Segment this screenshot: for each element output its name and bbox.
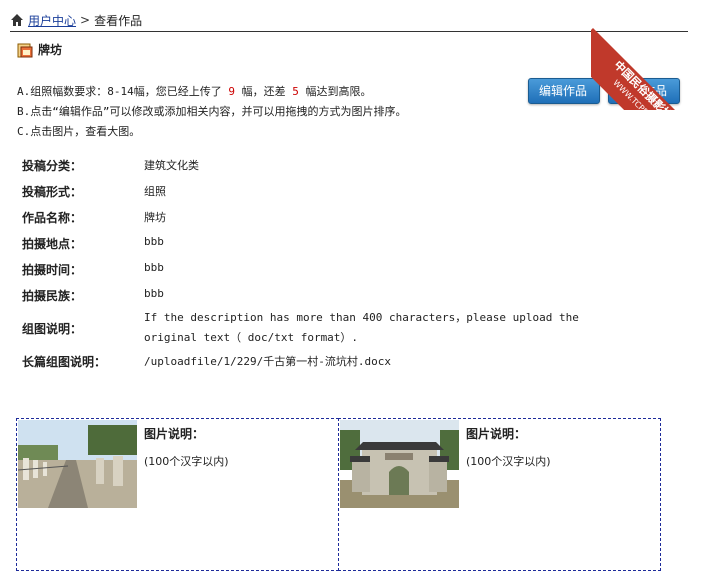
photo-card: 图片说明： (100个汉字以内) [338, 418, 661, 571]
info-row-category: 投稿分类： 建筑文化类 [22, 157, 199, 174]
name-value: 牌坊 [144, 211, 166, 224]
time-value: bbb [144, 261, 164, 274]
breadcrumb: 用户中心 > 查看作品 [10, 9, 688, 32]
name-label: 作品名称： [22, 211, 83, 225]
note-a-mid: 幅，还差 [241, 85, 286, 98]
info-row-location: 拍摄地点： bbb [22, 235, 164, 252]
info-row-form: 投稿形式： 组照 [22, 183, 166, 200]
info-row-description: 组图说明： If the description has more than 4… [22, 308, 634, 348]
time-label: 拍摄时间： [22, 263, 83, 277]
note-a-suffix: 幅达到高限。 [305, 85, 372, 98]
info-row-ethnic: 拍摄民族： bbb [22, 287, 164, 304]
category-label: 投稿分类： [22, 159, 83, 173]
location-value: bbb [144, 235, 164, 248]
photo-caption-hint: (100个汉字以内) [466, 455, 551, 468]
bridge-photo[interactable] [18, 420, 137, 508]
note-line-c: C.点击图片，查看大图。 [17, 125, 141, 138]
user-center-link[interactable]: 用户中心 [28, 12, 76, 29]
category-value: 建筑文化类 [144, 159, 199, 172]
breadcrumb-current: 查看作品 [94, 13, 143, 28]
home-icon [11, 14, 23, 26]
ethnic-label: 拍摄民族： [22, 289, 83, 303]
page-title: 牌坊 [38, 43, 63, 57]
photo-caption-title: 图片说明： [466, 427, 527, 441]
form-value: 组照 [144, 185, 166, 198]
archway-photo[interactable] [340, 420, 459, 508]
note-a-prefix: A.组照幅数要求：8-14幅，您已经上传了 [17, 85, 222, 98]
uploaded-count: 9 [228, 85, 235, 98]
info-row-name: 作品名称： 牌坊 [22, 209, 166, 226]
picture-document-icon [17, 43, 33, 57]
description-value: If the description has more than 400 cha… [144, 311, 579, 344]
location-label: 拍摄地点： [22, 237, 83, 251]
note-line-b: B.点击“编辑作品”可以修改或添加相关内容，并可以用拖拽的方式为图片排序。 [17, 105, 407, 118]
association-ribbon: 中国民俗摄影协会 WWW.TCPPA.CN [591, 28, 701, 110]
description-label: 组图说明： [22, 321, 83, 336]
edit-work-button[interactable]: 编辑作品 [528, 78, 600, 104]
info-row-long-description: 长篇组图说明： /uploadfile/1/229/千古第一村-流坑村.docx [22, 353, 391, 370]
long-description-value: /uploadfile/1/229/千古第一村-流坑村.docx [144, 355, 391, 368]
form-label: 投稿形式： [22, 185, 83, 199]
breadcrumb-separator: > [80, 13, 91, 27]
ethnic-value: bbb [144, 287, 164, 300]
remaining-count: 5 [292, 85, 299, 98]
photo-card: 图片说明： (100个汉字以内) [16, 418, 339, 571]
upload-notes: A.组照幅数要求：8-14幅，您已经上传了 9 幅，还差 5 幅达到高限。 B.… [17, 82, 407, 142]
long-description-label: 长篇组图说明： [22, 355, 107, 369]
photo-caption-hint: (100个汉字以内) [144, 455, 229, 468]
photo-caption-title: 图片说明： [144, 427, 205, 441]
corner-ribbon: 中国民俗摄影协会 WWW.TCPPA.CN [591, 0, 701, 110]
info-row-time: 拍摄时间： bbb [22, 261, 164, 278]
note-line-a: A.组照幅数要求：8-14幅，您已经上传了 9 幅，还差 5 幅达到高限。 [17, 82, 407, 102]
work-title-row: 牌坊 [17, 41, 62, 58]
